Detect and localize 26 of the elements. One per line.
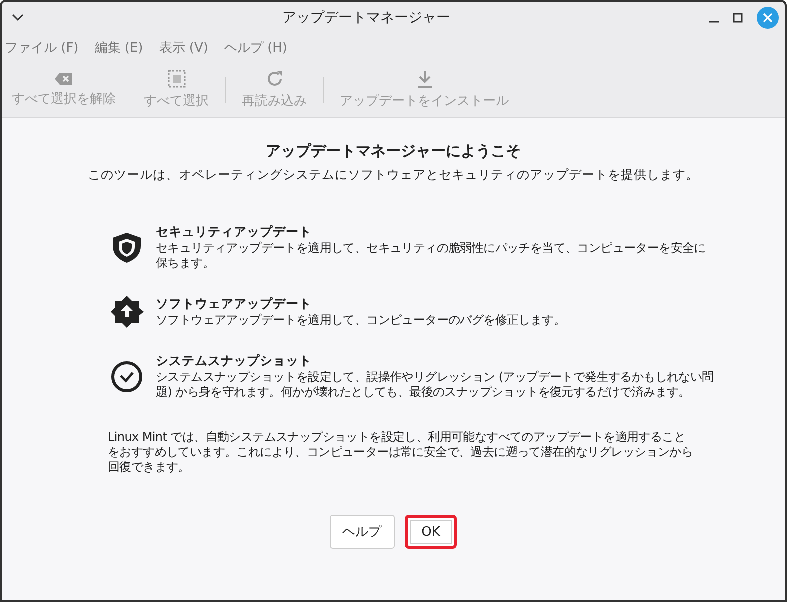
close-icon[interactable]: [757, 7, 779, 29]
feature-description: ソフトウェアアップデートを適用して、コンピューターのバグを修正します。: [156, 313, 567, 328]
refresh-icon: [266, 70, 284, 88]
recommendation-text: Linux Mint では、自動システムスナップショットを設定し、利用可能なすべてのアップデートを適用することをおすすめしています。これにより、コンピューターは常に安全で、過去に遡って潜在的なリグレッションから回復できます。: [108, 430, 693, 475]
ok-button[interactable]: OK: [404, 515, 458, 549]
menu-item[interactable]: ファイル (F): [5, 39, 79, 57]
welcome-subtitle: このツールは、オペレーティングシステムにソフトウェアとセキュリティのアップデートを提供します。: [88, 167, 699, 184]
maximize-icon[interactable]: [733, 13, 743, 23]
select-all-icon: [168, 70, 186, 88]
menu-item[interactable]: 編集 (E): [94, 39, 144, 57]
feature-title: ソフトウェアアップデート: [156, 296, 313, 313]
download-icon: [416, 70, 432, 88]
feature-description: セキュリティアップデートを適用して、セキュリティの脆弱性にパッチを当て、コンピューターを安全に保ちます。: [156, 241, 707, 271]
menu-item[interactable]: ヘルプ (H): [224, 39, 288, 57]
menu-item[interactable]: 表示 (V): [159, 39, 208, 57]
upload-badge-icon: [110, 295, 144, 329]
feature-description: システムスナップショットを設定して、誤操作やリグレッション (アップデートで発生するかもしれない問題) から身を守れます。何かが壊れたとしても、最後のスナップショットを復元するだけで済みます。: [156, 370, 715, 400]
feature-title: システムスナップショット: [156, 353, 313, 370]
help-button[interactable]: ヘルプ: [330, 515, 395, 549]
feature-title: セキュリティアップデート: [156, 224, 313, 241]
chevron-down-icon[interactable]: [12, 14, 24, 22]
shield-icon: [110, 230, 144, 264]
welcome-heading: アップデートマネージャーにようこそ: [266, 142, 521, 161]
clear-icon: [55, 72, 73, 86]
window-title: アップデートマネージャー: [282, 9, 452, 27]
clock-icon: [110, 360, 144, 394]
